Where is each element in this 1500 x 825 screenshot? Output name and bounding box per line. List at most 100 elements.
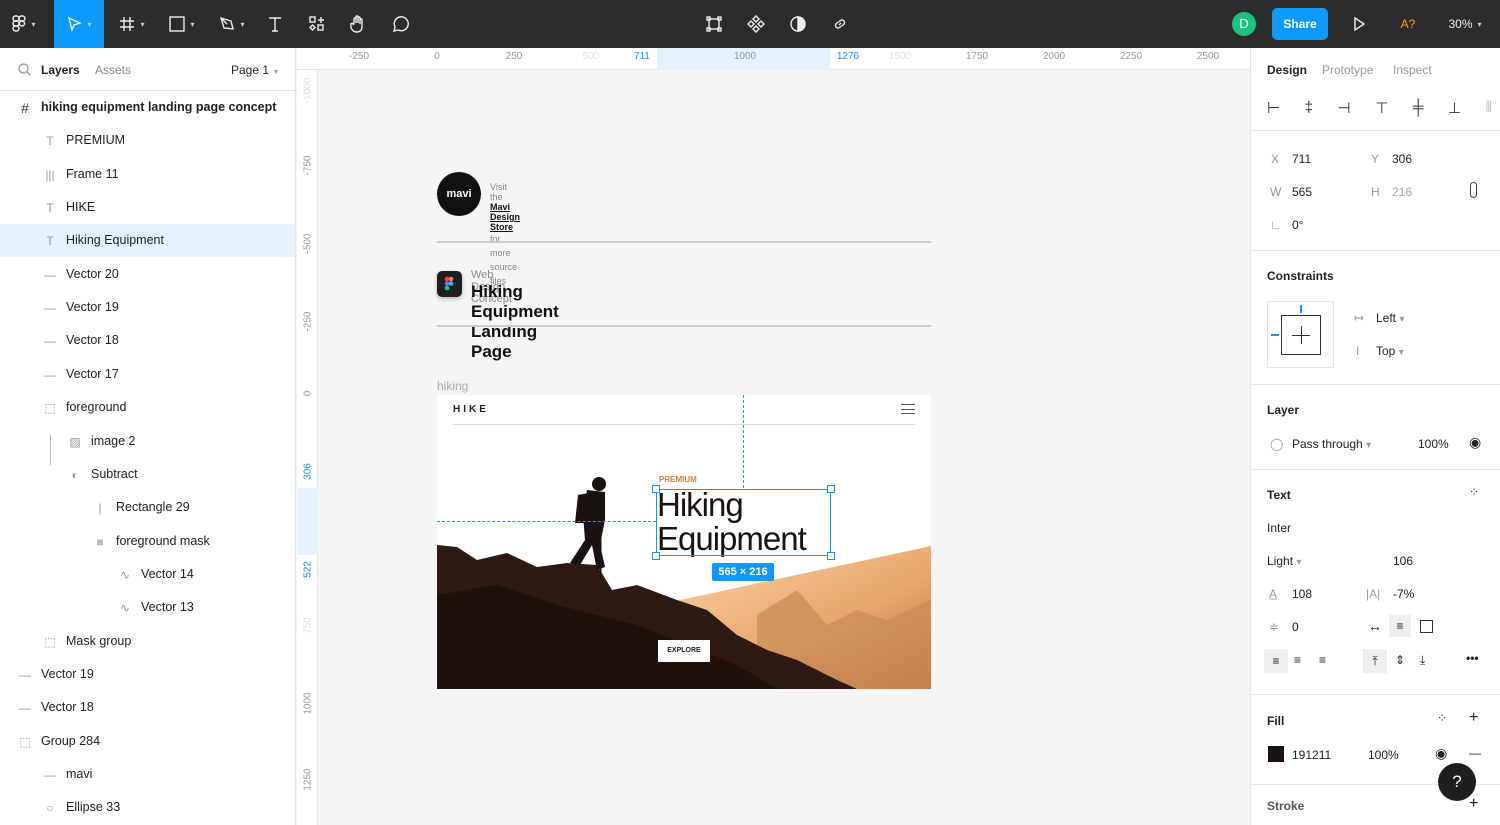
- more-options-icon[interactable]: •••: [1466, 651, 1479, 665]
- page-selector[interactable]: Page 1 ▾: [231, 63, 278, 77]
- y-field[interactable]: 306: [1392, 152, 1412, 166]
- share-button[interactable]: Share: [1272, 8, 1328, 40]
- align-hcenter-icon[interactable]: ‡: [1305, 99, 1313, 117]
- x-field[interactable]: 711: [1292, 152, 1311, 166]
- text-tool[interactable]: [262, 0, 288, 48]
- constrain-proportions-icon[interactable]: [1470, 182, 1477, 198]
- fill-styles-icon[interactable]: ⁘: [1437, 711, 1447, 725]
- align-text-bottom-icon[interactable]: ⤓: [1420, 653, 1425, 668]
- align-right-icon[interactable]: ⊣: [1338, 99, 1351, 117]
- resize-handle[interactable]: [652, 552, 660, 560]
- link-button[interactable]: [826, 0, 854, 48]
- layer-item[interactable]: — Vector 20: [0, 258, 295, 291]
- layer-item[interactable]: | Rectangle 29: [0, 491, 295, 524]
- layer-item[interactable]: — Vector 18: [0, 691, 295, 724]
- explore-button[interactable]: EXPLORE: [658, 640, 710, 662]
- line-height-field[interactable]: 108: [1292, 587, 1312, 601]
- font-weight-dropdown[interactable]: Light ▾: [1267, 554, 1301, 568]
- layer-item[interactable]: T PREMIUM: [0, 124, 295, 157]
- fill-hex-field[interactable]: 191211: [1292, 748, 1331, 762]
- layer-item[interactable]: ⬚ foreground: [0, 391, 295, 424]
- add-fill-icon[interactable]: +: [1469, 709, 1478, 727]
- layer-item[interactable]: ||| Frame 11: [0, 158, 295, 191]
- vertical-constraint-dropdown[interactable]: Top ▾: [1376, 344, 1404, 358]
- auto-height-icon[interactable]: ≡: [1389, 615, 1411, 637]
- align-bottom-icon[interactable]: ⊥: [1448, 99, 1461, 117]
- blend-mode-dropdown[interactable]: Pass through ▾: [1292, 437, 1371, 451]
- add-stroke-icon[interactable]: +: [1469, 795, 1478, 813]
- layer-item[interactable]: — Vector 18: [0, 324, 295, 357]
- main-menu-button[interactable]: ▾: [0, 0, 48, 48]
- align-left-icon[interactable]: ⊢: [1267, 99, 1280, 117]
- resize-handle[interactable]: [652, 485, 660, 493]
- shape-tool[interactable]: ▾: [162, 0, 202, 48]
- font-size-field[interactable]: 106: [1393, 554, 1413, 568]
- layer-item[interactable]: — Vector 19: [0, 291, 295, 324]
- layer-item[interactable]: ⬚ Group 284: [0, 725, 295, 758]
- search-icon[interactable]: [18, 63, 31, 76]
- layer-item[interactable]: T HIKE: [0, 191, 295, 224]
- frame-tool[interactable]: ▾: [112, 0, 152, 48]
- layer-opacity-field[interactable]: 100%: [1418, 437, 1449, 451]
- visibility-eye-icon[interactable]: ◉: [1469, 434, 1481, 451]
- help-button[interactable]: ?: [1438, 763, 1476, 801]
- fixed-size-icon[interactable]: [1420, 620, 1433, 633]
- horizontal-ruler[interactable]: -250 0 250 500 711 1000 1276 1500 1750 2…: [297, 48, 1250, 70]
- text-styles-icon[interactable]: ⁘: [1469, 485, 1479, 499]
- tab-inspect[interactable]: Inspect: [1393, 63, 1432, 77]
- comment-tool[interactable]: [386, 0, 414, 48]
- align-text-top-icon[interactable]: ⤒: [1363, 649, 1387, 673]
- mavi-logo[interactable]: mavi: [437, 172, 481, 216]
- layer-item[interactable]: ○ Ellipse 33: [0, 791, 295, 824]
- align-text-right-icon[interactable]: ≡: [1319, 653, 1326, 667]
- tab-prototype[interactable]: Prototype: [1322, 63, 1373, 77]
- height-field[interactable]: 216: [1392, 185, 1412, 199]
- align-vcenter-icon[interactable]: ╪: [1413, 99, 1424, 117]
- resources-tool[interactable]: [303, 0, 331, 48]
- layer-item[interactable]: ■ foreground mask: [0, 525, 295, 558]
- pen-tool[interactable]: ▾: [212, 0, 252, 48]
- paragraph-spacing-field[interactable]: 0: [1292, 620, 1299, 634]
- rotation-field[interactable]: 0°: [1292, 218, 1303, 232]
- canvas[interactable]: mavi Visit the Mavi Design Store for more…: [319, 71, 1250, 825]
- auto-width-icon[interactable]: ↔: [1368, 618, 1382, 634]
- layer-item[interactable]: — mavi: [0, 758, 295, 791]
- present-button[interactable]: [1346, 0, 1372, 48]
- width-field[interactable]: 565: [1292, 185, 1312, 199]
- tab-assets[interactable]: Assets: [95, 63, 131, 77]
- zoom-dropdown[interactable]: 30% ▾: [1440, 0, 1490, 48]
- fill-visibility-icon[interactable]: ◉: [1435, 745, 1447, 762]
- fill-opacity-field[interactable]: 100%: [1368, 748, 1399, 762]
- layer-item[interactable]: ▨ image 2: [0, 425, 295, 458]
- layer-item[interactable]: ∿ Vector 13: [0, 591, 295, 624]
- component-button[interactable]: [742, 0, 770, 48]
- resize-handle[interactable]: [827, 485, 835, 493]
- horizontal-constraint-dropdown[interactable]: Left ▾: [1376, 311, 1404, 325]
- tab-layers[interactable]: Layers: [41, 63, 80, 77]
- constraints-widget[interactable]: [1267, 301, 1334, 368]
- crop-button[interactable]: [700, 0, 728, 48]
- store-link[interactable]: Mavi Design Store: [490, 202, 520, 232]
- mask-button[interactable]: [784, 0, 812, 48]
- layer-item[interactable]: ∿ Vector 14: [0, 558, 295, 591]
- missing-fonts-button[interactable]: A?: [1392, 0, 1424, 48]
- font-family-dropdown[interactable]: Inter: [1267, 521, 1291, 535]
- layer-item[interactable]: T Hiking Equipment: [0, 224, 295, 258]
- layer-item[interactable]: ◐ Subtract: [0, 458, 295, 491]
- align-text-center-icon[interactable]: ≡: [1294, 653, 1301, 667]
- align-text-left-icon[interactable]: ≡: [1264, 649, 1288, 673]
- layer-item[interactable]: — Vector 19: [0, 658, 295, 691]
- fill-color-swatch[interactable]: [1268, 746, 1284, 762]
- resize-handle[interactable]: [827, 552, 835, 560]
- user-avatar[interactable]: D: [1232, 12, 1256, 36]
- layer-item[interactable]: # hiking equipment landing page concept: [0, 91, 295, 124]
- vertical-ruler[interactable]: -1000 -750 -500 -250 0 306 522 750 1000 …: [297, 70, 318, 825]
- tab-design[interactable]: Design: [1267, 63, 1307, 77]
- move-tool[interactable]: ▾: [54, 0, 104, 48]
- layer-item[interactable]: — Vector 17: [0, 358, 295, 391]
- layer-item[interactable]: ⬚ Mask group: [0, 625, 295, 658]
- align-text-middle-icon[interactable]: ⇕: [1395, 653, 1405, 667]
- letter-spacing-field[interactable]: -7%: [1393, 587, 1414, 601]
- selection-box[interactable]: [656, 489, 831, 556]
- hand-tool[interactable]: [344, 0, 372, 48]
